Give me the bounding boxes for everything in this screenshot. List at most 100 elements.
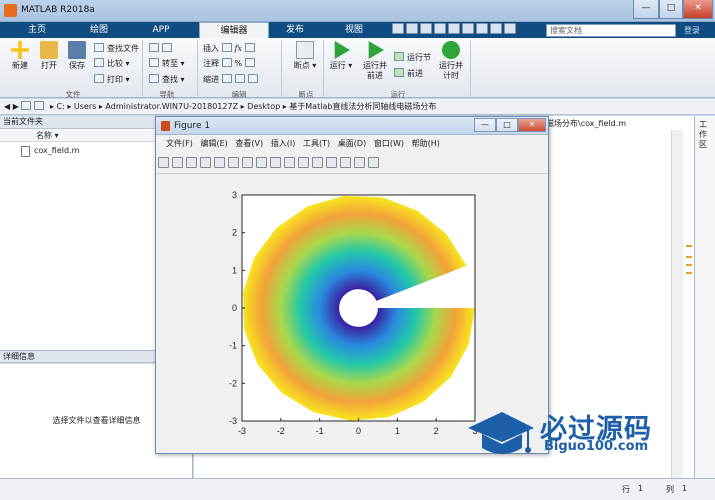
brush-icon[interactable] — [298, 157, 309, 168]
back-arrow-icon — [149, 43, 159, 52]
percent-icon[interactable]: % — [235, 59, 243, 68]
find-button[interactable]: 查找 ▾ — [149, 74, 185, 85]
link-icon[interactable] — [312, 157, 323, 168]
help-icon[interactable] — [490, 23, 502, 34]
forward-arrow-icon[interactable]: ▶ — [13, 102, 19, 111]
print-figure-icon[interactable] — [200, 157, 211, 168]
path-segment[interactable]: Administrator.WIN7U-20180127Z — [105, 102, 238, 111]
menu-help[interactable]: 帮助(H) — [412, 139, 440, 148]
tab-view[interactable]: 视图 — [326, 22, 382, 38]
close-button[interactable]: ✕ — [683, 0, 713, 19]
insert-button[interactable]: 插入 fx — [203, 43, 258, 54]
path-segment[interactable]: C: — [57, 102, 65, 111]
menu-desktop[interactable]: 桌面(D) — [338, 139, 366, 148]
run-button[interactable]: 运行 ▾ — [326, 41, 356, 71]
colorbar-icon[interactable] — [326, 157, 337, 168]
find-files-button[interactable]: 查找文件 — [94, 43, 139, 54]
fx-icon[interactable]: fx — [235, 44, 242, 53]
save-figure-icon[interactable] — [186, 157, 197, 168]
tab-apps[interactable]: APP — [130, 22, 192, 38]
browse-folder-icon[interactable] — [34, 101, 45, 110]
pan-icon[interactable] — [256, 157, 267, 168]
run-time-button[interactable]: 运行并 计时 — [434, 41, 468, 81]
run-advance-button[interactable]: 运行并 前进 — [358, 41, 392, 81]
cut-icon[interactable] — [406, 23, 418, 34]
x-tick-label: 1 — [395, 426, 400, 436]
figure-menubar: 文件(F) 编辑(E) 查看(V) 插入(I) 工具(T) 桌面(D) 窗口(W… — [156, 136, 548, 152]
open-file-icon[interactable] — [172, 157, 183, 168]
run-section-button[interactable]: 运行节 — [394, 52, 431, 63]
rotate-icon[interactable] — [270, 157, 281, 168]
code-analyzer-mark[interactable] — [686, 264, 692, 266]
tab-plots[interactable]: 绘图 — [66, 22, 132, 38]
breakpoint-icon — [296, 41, 314, 59]
print-button[interactable]: 打印 ▾ — [94, 74, 130, 85]
new-button[interactable]: 新建 — [5, 41, 35, 71]
window-title: MATLAB R2018a — [21, 5, 95, 15]
quick-access-toolbar — [392, 23, 542, 37]
code-analyzer-mark[interactable] — [686, 272, 692, 274]
paste-icon[interactable] — [434, 23, 446, 34]
tab-home[interactable]: 主页 — [2, 22, 72, 38]
nav-arrows[interactable] — [149, 43, 175, 54]
menu-insert[interactable]: 插入(I) — [271, 139, 296, 148]
new-figure-icon[interactable] — [158, 157, 169, 168]
zoom-in-icon[interactable] — [228, 157, 239, 168]
indent-button[interactable]: 缩进 — [203, 74, 261, 85]
hide-plot-tools-icon[interactable] — [354, 157, 365, 168]
code-analyzer-mark[interactable] — [686, 245, 692, 247]
pointer-icon[interactable] — [214, 157, 225, 168]
workspace-label[interactable]: 工作区 — [697, 120, 709, 150]
show-plot-tools-icon[interactable] — [368, 157, 379, 168]
legend-icon[interactable] — [340, 157, 351, 168]
tab-editor[interactable]: 编辑器 — [199, 22, 269, 38]
switch-windows-icon[interactable] — [476, 23, 488, 34]
figure-maximize-button[interactable]: □ — [496, 118, 518, 132]
save-icon[interactable] — [392, 23, 404, 34]
figure-close-button[interactable]: ✕ — [518, 118, 546, 132]
goto-button[interactable]: 转至 ▾ — [149, 58, 185, 69]
open-button[interactable]: 打开 — [34, 41, 64, 71]
y-tick-label: 1 — [232, 265, 237, 275]
menu-view[interactable]: 查看(V) — [235, 139, 263, 148]
editor-scrollbar[interactable] — [671, 130, 683, 478]
menu-window[interactable]: 窗口(W) — [374, 139, 404, 148]
path-segment[interactable]: 基于Matlab直线法分析同轴线电磁场分布 — [289, 102, 436, 111]
workspace-panel-collapsed[interactable] — [694, 116, 715, 478]
matlab-logo-icon — [4, 4, 17, 17]
menu-edit[interactable]: 编辑(E) — [200, 139, 227, 148]
tab-publish[interactable]: 发布 — [268, 22, 322, 38]
login-link[interactable]: 登录 — [684, 25, 700, 36]
maximize-button[interactable]: □ — [659, 0, 683, 19]
search-docs-input[interactable]: 搜索文档 — [546, 24, 676, 37]
minimize-button[interactable]: — — [633, 0, 659, 19]
stopwatch-icon — [442, 41, 460, 59]
play-icon — [334, 41, 350, 59]
up-folder-icon[interactable] — [21, 101, 32, 110]
path-segment[interactable]: Desktop — [247, 102, 280, 111]
redo-icon[interactable] — [462, 23, 474, 34]
back-arrow-icon[interactable]: ◀ — [4, 102, 10, 111]
data-cursor-icon[interactable] — [284, 157, 295, 168]
folder-icon — [40, 41, 58, 59]
save-button[interactable]: 保存 — [62, 41, 92, 71]
address-bar[interactable]: ◀ ▶ ▸ C: ▸ Users ▸ Administrator.WIN7U-2… — [0, 99, 715, 115]
zoom-out-icon[interactable] — [242, 157, 253, 168]
menu-file[interactable]: 文件(F) — [166, 139, 193, 148]
copy-icon[interactable] — [420, 23, 432, 34]
figure-minimize-button[interactable]: — — [474, 118, 496, 132]
advance-button[interactable]: 前进 — [394, 68, 423, 79]
comment-button[interactable]: 注释 % — [203, 58, 258, 69]
undo-icon[interactable] — [448, 23, 460, 34]
goto-icon — [149, 58, 159, 67]
menu-tools[interactable]: 工具(T) — [303, 139, 330, 148]
expand-icon[interactable] — [504, 23, 516, 34]
list-item[interactable]: cox_field.m — [34, 146, 79, 155]
path-segment[interactable]: Users — [74, 102, 96, 111]
compare-button[interactable]: 比较 ▾ — [94, 58, 130, 69]
breakpoints-button[interactable]: 断点 ▾ — [290, 41, 320, 71]
printer-icon — [94, 74, 104, 83]
code-analyzer-mark[interactable] — [686, 256, 692, 258]
y-tick-label: -1 — [229, 341, 237, 351]
run-advance-icon — [368, 41, 384, 59]
